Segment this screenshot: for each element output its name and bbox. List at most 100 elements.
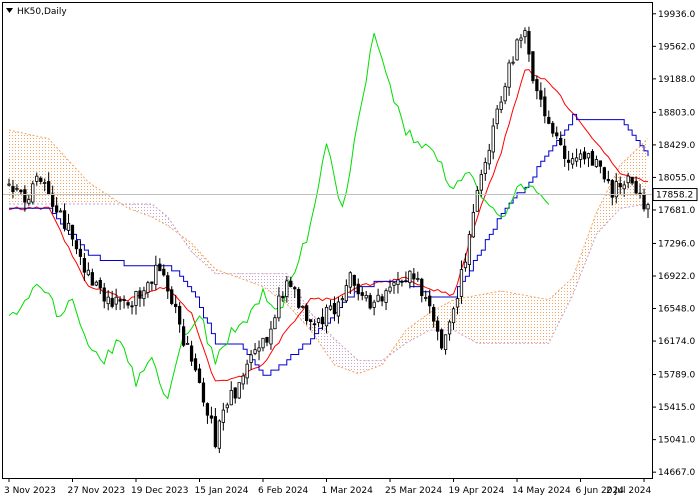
candle-body-down: [368, 295, 372, 309]
cloud-segment-bullish: [493, 291, 498, 344]
x-tick-label: 3 Nov 2023: [4, 486, 56, 496]
cloud-segment-bullish: [485, 293, 490, 344]
cloud-segment-bullish: [64, 156, 69, 204]
candle-body-down: [62, 210, 67, 229]
candle-body-down: [51, 193, 55, 207]
candle-body-up: [499, 101, 503, 110]
candle-body-up: [285, 280, 289, 297]
chart-root: 14667.0 15041.0 15415.0 15789.0 16174.0 16548…: [0, 0, 700, 500]
cloud-segment-bullish: [72, 164, 77, 204]
current-price-label: 17858.2: [656, 191, 693, 201]
candle-body-down: [178, 305, 182, 325]
x-tick-label: 6 Feb 2024: [258, 486, 309, 496]
candle-body-down: [380, 296, 384, 302]
x-tick-label: 19 Apr 2024: [449, 486, 505, 496]
cloud-segment-bullish: [505, 291, 510, 344]
candle-body-down: [563, 145, 567, 159]
cloud-segment-bullish: [56, 147, 61, 204]
cloud-segment-bearish: [362, 360, 367, 373]
candle-body-down: [412, 273, 416, 280]
candle-body-up: [388, 286, 392, 292]
cloud-segment-bullish: [409, 324, 414, 341]
candle-body-up: [467, 234, 472, 266]
cloud-segment-bullish: [528, 296, 533, 344]
candle-body-down: [598, 160, 603, 167]
candle-body-down: [527, 31, 531, 55]
candle-body-up: [455, 298, 460, 308]
candle-body-down: [54, 205, 59, 213]
candle-body-up: [185, 343, 190, 345]
candle-body-up: [273, 317, 277, 330]
x-tick-label: 19 Dec 2023: [131, 486, 189, 496]
candle-body-down: [606, 178, 610, 182]
cloud-segment-bullish: [8, 130, 13, 204]
candle-body-down: [420, 278, 424, 296]
candle-body-down: [360, 292, 364, 296]
candle-body-down: [201, 382, 206, 403]
candle-body-up: [348, 272, 352, 288]
candle-body-up: [574, 157, 579, 162]
candle-body-down: [312, 323, 317, 326]
candle-body-up: [364, 294, 368, 299]
candle-body-down: [297, 288, 301, 308]
candle-body-up: [31, 183, 35, 203]
candle-body-up: [515, 39, 519, 61]
candle-body-up: [396, 279, 400, 285]
cloud-segment-bearish: [334, 338, 339, 367]
cloud-segment-bullish: [76, 169, 81, 204]
cloud-segment-bullish: [60, 151, 65, 204]
candle-body-up: [253, 349, 257, 354]
candle-body-up: [106, 296, 110, 305]
cloud-segment-bearish: [270, 273, 275, 296]
cloud-segment-bullish: [461, 297, 466, 337]
candle-body-up: [7, 183, 11, 186]
candle-body-down: [582, 151, 587, 160]
candle-body-down: [567, 159, 571, 163]
cloud-segment-bearish: [346, 349, 351, 371]
cloud-segment-bullish: [425, 312, 430, 333]
candle-body-down: [320, 316, 325, 325]
candle-body-up: [459, 269, 464, 297]
y-tick-label: 16922.0: [658, 272, 695, 282]
x-tick-label: 25 Mar 2024: [385, 486, 442, 496]
candle-body-up: [511, 61, 515, 64]
candle-body-up: [424, 297, 428, 299]
candle-body-up: [217, 420, 221, 449]
cloud-segment-bearish: [266, 273, 271, 293]
candle-body-up: [570, 158, 575, 165]
candle-body-down: [174, 303, 178, 308]
candle-body-down: [138, 290, 142, 299]
cloud-segment-bullish: [68, 160, 73, 204]
candle-body-down: [432, 306, 436, 322]
candle-body-down: [193, 358, 198, 371]
candle: [515, 38, 519, 61]
cloud-segment-bullish: [84, 177, 89, 204]
x-tick-label: 15 Jan 2024: [195, 486, 249, 496]
candle-body-up: [66, 222, 71, 231]
candle-body-up: [646, 204, 650, 210]
cloud-segment-bearish: [259, 273, 264, 287]
cloud-segment-bullish: [513, 293, 518, 344]
candle-body-down: [19, 189, 23, 193]
candle-body-up: [594, 159, 599, 167]
chart-background: [0, 0, 700, 500]
cloud-segment-bearish: [274, 273, 279, 299]
candle-body-down: [332, 303, 337, 315]
cloud-segment-bullish: [532, 296, 537, 344]
candle-body-up: [443, 334, 448, 350]
candle-body-up: [249, 354, 253, 363]
candle-body-up: [324, 306, 329, 327]
cloud-segment-bearish: [358, 360, 363, 374]
candle-body-down: [428, 295, 432, 307]
candle-body-down: [181, 326, 186, 346]
candle-body-up: [479, 174, 483, 191]
candle-body-up: [35, 175, 39, 182]
candle-body-up: [372, 301, 376, 308]
candle-body-down: [162, 268, 166, 276]
candle-body-down: [305, 305, 309, 321]
candle-body-up: [58, 210, 63, 213]
cloud-segment-bullish: [477, 294, 482, 344]
candle-body-up: [475, 190, 479, 212]
candle: [590, 149, 595, 166]
cloud-segment-bullish: [12, 130, 17, 204]
